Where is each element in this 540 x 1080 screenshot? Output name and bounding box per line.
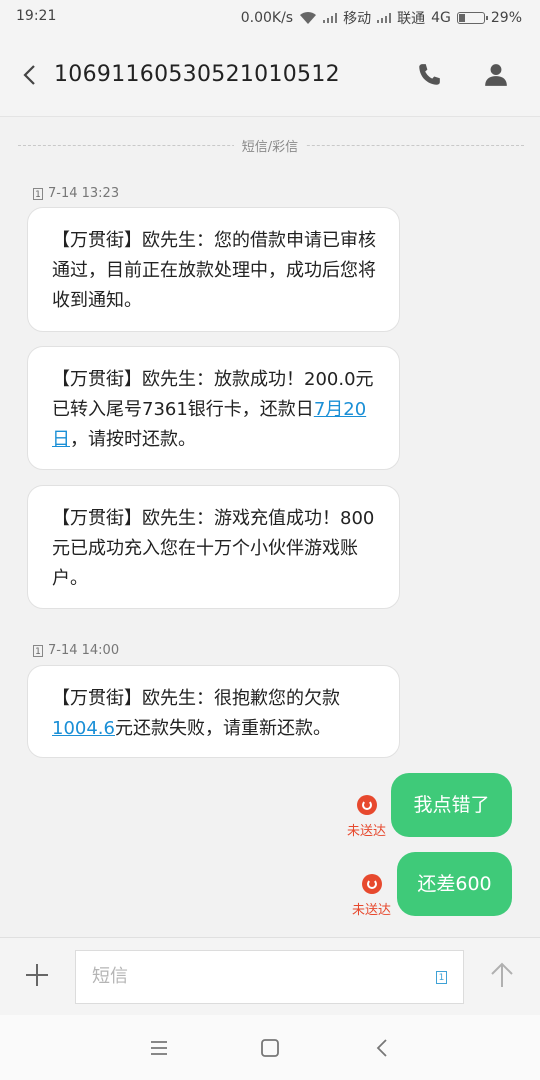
status-right: 0.00K/s 移动 联通 4G 29% — [241, 8, 522, 28]
carrier-2: 联通 — [397, 11, 426, 27]
phone-icon[interactable] — [416, 62, 442, 88]
sim-badge: 1 — [33, 187, 43, 200]
status-time: 19:21 — [16, 8, 57, 24]
message-input[interactable] — [90, 965, 414, 988]
message-text: 【万贯街】欧先生：游戏充值成功！800元已成功充入您在十万个小伙伴游戏账户。 — [52, 508, 375, 589]
sms-mms-divider: 短信/彩信 — [0, 136, 540, 155]
signal-icon — [323, 13, 338, 23]
back-icon[interactable] — [372, 1037, 394, 1059]
back-arrow-icon[interactable] — [18, 60, 44, 90]
add-attachment-icon[interactable] — [24, 962, 50, 988]
message-text: 【万贯街】欧先生：您的借款申请已审核通过，目前正在放款处理中，成功后您将收到通知… — [52, 230, 376, 311]
incoming-message[interactable]: 【万贯街】欧先生：您的借款申请已审核通过，目前正在放款处理中，成功后您将收到通知… — [27, 207, 400, 332]
message-text-end: 元还款失败，请重新还款。 — [114, 718, 331, 739]
timestamp-text: 7-14 13:23 — [48, 186, 120, 201]
message-text-end: ，请按时还款。 — [70, 429, 196, 450]
outgoing-message[interactable]: 还差600 — [397, 852, 512, 916]
amount-link[interactable]: 1004.6 — [52, 718, 115, 739]
outgoing-message[interactable]: 我点错了 — [391, 773, 512, 837]
carrier-1: 移动 — [343, 11, 372, 27]
timestamp-text: 7-14 14:00 — [48, 643, 120, 658]
wifi-icon — [300, 11, 317, 24]
incoming-message[interactable]: 【万贯街】欧先生：很抱歉您的欠款 1004.6元还款失败，请重新还款。 — [27, 665, 400, 758]
contact-number: 1069116053052101051​2 — [54, 62, 340, 87]
battery-icon — [456, 12, 488, 24]
battery-percent: 29% — [490, 10, 522, 26]
status-bar: 19:21 0.00K/s 移动 联通 4G 29% — [0, 0, 540, 34]
timestamp: 1 7-14 14:00 — [33, 643, 119, 658]
divider-label: 短信/彩信 — [233, 140, 307, 155]
timestamp: 1 7-14 13:23 — [33, 186, 119, 201]
compose-bar: 1 — [0, 937, 540, 1016]
sim-select-icon[interactable]: 1 — [436, 971, 447, 984]
incoming-message[interactable]: 【万贯街】欧先生：游戏充值成功！800元已成功充入您在十万个小伙伴游戏账户。 — [27, 485, 400, 609]
system-nav-bar — [0, 1015, 540, 1080]
sim-badge: 1 — [33, 644, 43, 657]
message-input-box[interactable]: 1 — [75, 950, 464, 1004]
network-type: 4G — [431, 10, 451, 26]
person-icon[interactable] — [483, 62, 509, 88]
send-arrow-icon[interactable] — [488, 960, 516, 990]
message-text: 【万贯街】欧先生：很抱歉您的欠款 — [52, 688, 340, 709]
resend-icon[interactable] — [362, 874, 382, 894]
home-icon[interactable] — [259, 1037, 281, 1059]
menu-icon[interactable] — [148, 1037, 170, 1059]
not-delivered-label: 未送达 — [347, 824, 387, 839]
network-speed: 0.00K/s — [240, 10, 294, 26]
resend-icon[interactable] — [357, 795, 377, 815]
incoming-message[interactable]: 【万贯街】欧先生：放款成功！200.0元已转入尾号7361银行卡，还款日7月20… — [27, 346, 400, 470]
battery-fill — [458, 14, 466, 22]
not-delivered-label: 未送达 — [352, 903, 392, 918]
conversation-header: 1069116053052101051​2 — [0, 34, 540, 117]
signal-icon-2 — [377, 13, 392, 23]
